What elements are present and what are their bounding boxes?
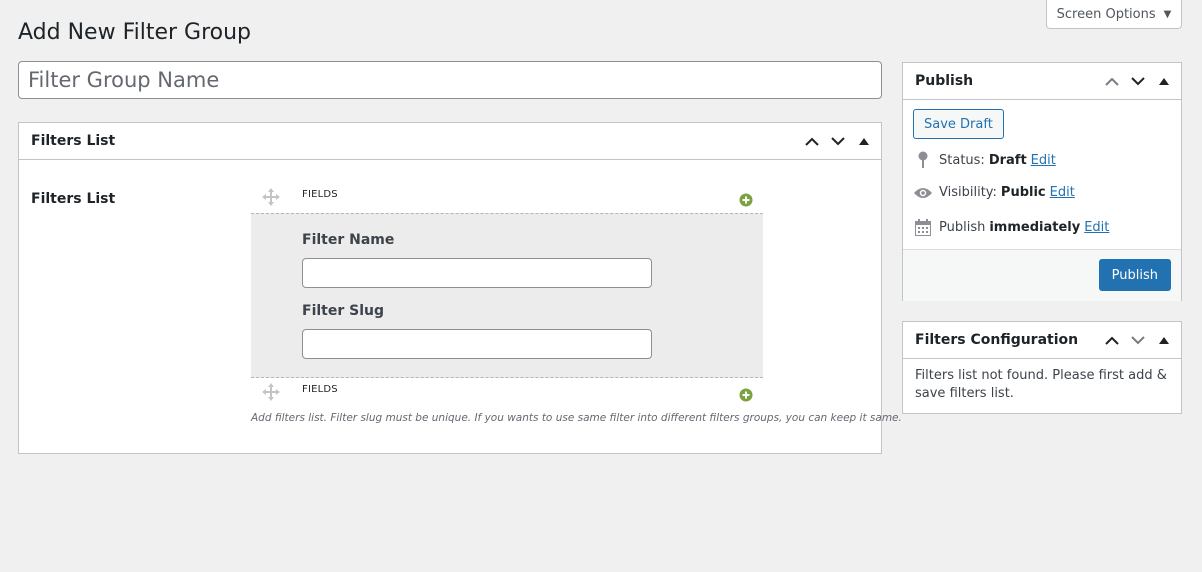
save-draft-button[interactable]: Save Draft (913, 109, 1004, 139)
visibility-row: Visibility: Public Edit (913, 185, 1075, 200)
add-row-icon[interactable] (739, 193, 753, 211)
filter-slug-label: Filter Slug (302, 303, 384, 319)
filters-help-text: Add filters list. Filter slug must be un… (251, 412, 902, 424)
move-down-icon[interactable] (1125, 322, 1151, 359)
move-down-icon[interactable] (825, 123, 851, 160)
status-row: Status: Draft Edit (913, 151, 1056, 169)
edit-publish-date-link[interactable]: Edit (1084, 220, 1109, 235)
filters-configuration-header: Filters Configuration (903, 322, 1181, 359)
toggle-panel-icon[interactable] (1151, 63, 1177, 100)
publish-box: Publish Save Draft Status: Draft Edit Vi… (902, 62, 1182, 301)
filter-slug-input[interactable] (302, 329, 652, 359)
filter-fields-panel: Filter Name Filter Slug (251, 213, 763, 378)
repeater-row-bottom: FIELDS (251, 380, 763, 406)
filters-configuration-box: Filters Configuration Filters list not f… (902, 321, 1182, 414)
drag-handle-icon[interactable] (261, 382, 281, 406)
move-up-icon[interactable] (1099, 322, 1125, 359)
publish-title: Publish (915, 73, 974, 89)
status-value: Draft (988, 152, 1027, 168)
page-title: Add New Filter Group (18, 20, 252, 45)
status-label: Status: (939, 152, 985, 168)
filters-configuration-title: Filters Configuration (915, 332, 1079, 348)
major-publishing-actions: Publish (903, 249, 1181, 301)
filter-name-input[interactable] (302, 258, 652, 288)
visibility-label: Visibility: (939, 185, 997, 200)
publish-timing-value: immediately (989, 220, 1081, 235)
move-down-icon[interactable] (1125, 63, 1151, 100)
toggle-panel-icon[interactable] (851, 123, 877, 160)
publish-header: Publish (903, 63, 1181, 100)
box-handle-actions (1099, 63, 1177, 100)
filter-group-name-input[interactable] (18, 61, 882, 99)
drag-handle-icon[interactable] (261, 187, 281, 211)
filters-list-box: Filters List Filters List FIELDS Filter … (18, 122, 902, 454)
visibility-value: Public (1000, 185, 1046, 200)
box-handle-actions (1099, 322, 1177, 359)
toggle-panel-icon[interactable] (1151, 322, 1177, 359)
publish-button[interactable]: Publish (1098, 259, 1171, 291)
calendar-icon (913, 219, 933, 236)
filters-list-header: Filters List (19, 123, 881, 160)
caret-down-icon: ▼ (1163, 8, 1172, 20)
move-up-icon[interactable] (799, 123, 825, 160)
box-handle-actions (799, 123, 877, 160)
filters-list-label: Filters List (31, 191, 116, 207)
edit-status-link[interactable]: Edit (1031, 153, 1056, 168)
publish-date-row: Publish immediately Edit (913, 219, 1109, 236)
publish-label: Publish (939, 220, 986, 235)
add-row-icon[interactable] (739, 388, 753, 406)
fields-label: FIELDS (302, 189, 338, 200)
move-up-icon[interactable] (1099, 63, 1125, 100)
edit-visibility-link[interactable]: Edit (1050, 185, 1075, 200)
filters-list-title: Filters List (31, 133, 116, 149)
eye-icon (913, 186, 933, 200)
screen-options-button[interactable]: Screen Options ▼ (1046, 0, 1182, 29)
screen-options-label: Screen Options (1056, 6, 1156, 22)
repeater-row-top: FIELDS (251, 185, 763, 211)
filter-name-label: Filter Name (302, 232, 395, 248)
filters-configuration-message: Filters list not found. Please first add… (915, 368, 1167, 402)
pin-icon (913, 151, 933, 169)
fields-label: FIELDS (302, 384, 338, 395)
